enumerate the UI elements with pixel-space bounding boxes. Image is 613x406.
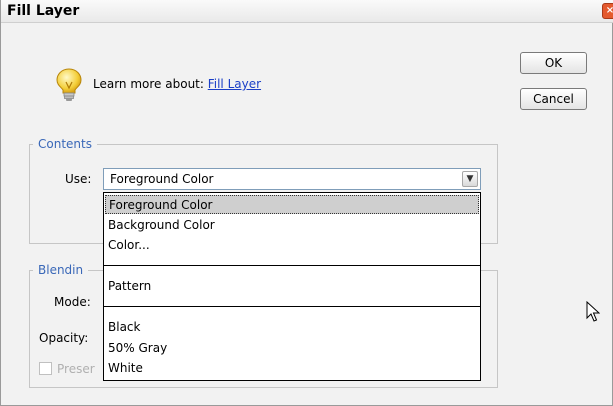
- mouse-pointer-icon: [586, 301, 600, 322]
- mode-label: Mode:: [54, 295, 91, 309]
- close-button[interactable]: ×: [602, 3, 613, 19]
- use-select-value: Foreground Color: [110, 172, 214, 186]
- learn-more-text: Learn more about: Fill Layer: [93, 77, 261, 91]
- dialog-title: Fill Layer: [7, 3, 80, 19]
- dropdown-option-background-color[interactable]: Background Color: [108, 216, 215, 235]
- fill-layer-help-link[interactable]: Fill Layer: [208, 77, 261, 91]
- dropdown-option-black[interactable]: Black: [108, 318, 140, 337]
- chevron-down-icon[interactable]: ▼: [462, 171, 478, 187]
- ok-button[interactable]: OK: [520, 52, 587, 74]
- dropdown-option-foreground-color[interactable]: Foreground Color: [105, 195, 479, 214]
- use-select[interactable]: Foreground Color ▼: [103, 168, 481, 190]
- opacity-label: Opacity:: [39, 331, 89, 345]
- cancel-button[interactable]: Cancel: [520, 88, 587, 110]
- dropdown-separator: [104, 306, 480, 309]
- dropdown-option-white[interactable]: White: [108, 359, 143, 378]
- contents-legend: Contents: [33, 137, 97, 151]
- use-label: Use:: [65, 172, 92, 186]
- dropdown-option-color[interactable]: Color...: [108, 236, 150, 255]
- dropdown-option-pattern[interactable]: Pattern: [108, 277, 151, 296]
- title-bar[interactable]: Fill Layer: [1, 0, 613, 23]
- blending-legend: Blendin: [33, 263, 89, 277]
- dropdown-separator: [104, 265, 480, 268]
- learn-more-prefix: Learn more about:: [93, 77, 208, 91]
- preserve-transparency-checkbox[interactable]: [39, 362, 52, 375]
- close-icon: ×: [605, 5, 613, 16]
- dropdown-option-50-gray[interactable]: 50% Gray: [108, 339, 167, 358]
- preserve-transparency-label: Preser: [57, 362, 95, 376]
- use-dropdown-list: Foreground Color Background Color Color.…: [103, 192, 481, 381]
- lightbulb-icon: [56, 68, 82, 101]
- fill-layer-dialog: Fill Layer × OK Cancel Learn more about:…: [0, 0, 613, 406]
